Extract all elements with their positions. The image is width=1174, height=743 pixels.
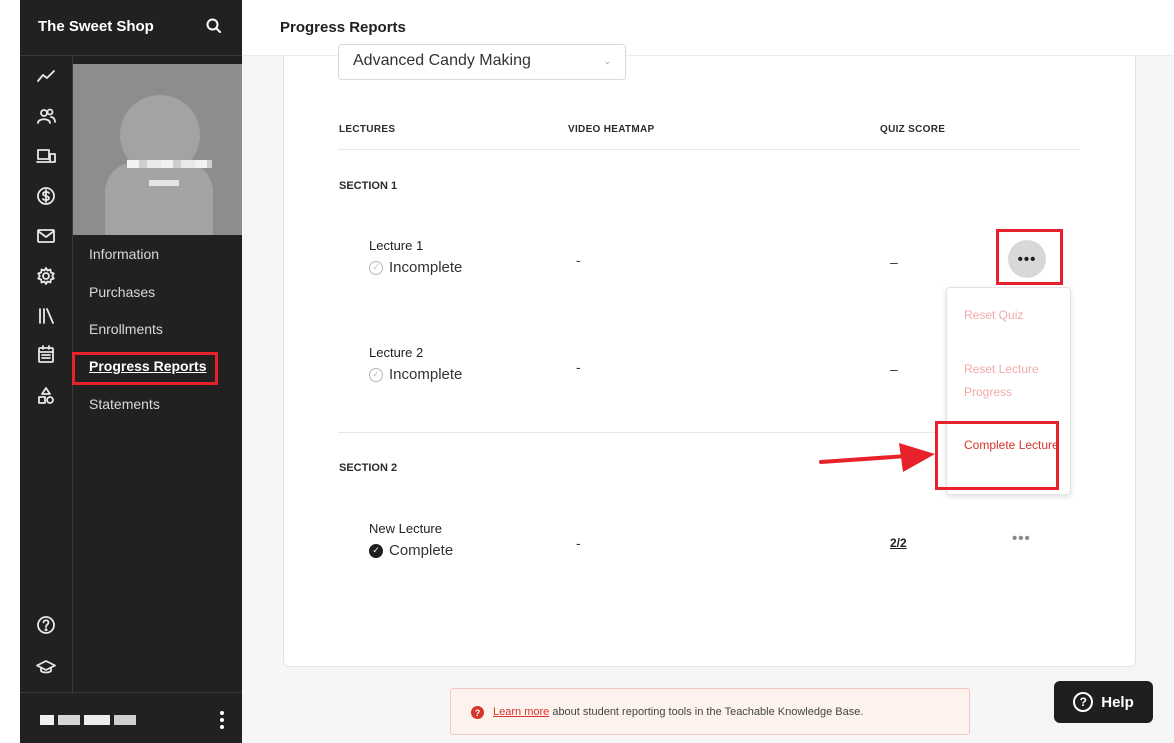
chevron-down-icon: ⌄	[603, 56, 611, 66]
pointer-arrow-icon	[819, 443, 935, 472]
account-bar	[20, 692, 242, 743]
sidebar-item-statements[interactable]: Statements	[89, 396, 160, 412]
account-menu-icon[interactable]	[220, 711, 224, 729]
learn-more-link[interactable]: Learn more	[493, 706, 549, 718]
brand-bar: The Sweet Shop	[20, 0, 242, 56]
lecture-status: ✓ Complete	[369, 542, 453, 559]
quiz-score-link[interactable]: 2/2	[890, 536, 907, 550]
lecture-status-label: Complete	[389, 542, 454, 559]
gear-icon[interactable]	[34, 264, 58, 288]
course-select-value: Advanced Candy Making	[353, 52, 531, 69]
video-heatmap-value: -	[576, 252, 581, 268]
kb-note-body: about student reporting tools in the Tea…	[549, 706, 864, 718]
knowledge-base-note: ? Learn more about student reporting too…	[450, 688, 970, 735]
column-video-heatmap: VIDEO HEATMAP	[568, 124, 655, 135]
lecture-status-label: Incomplete	[389, 366, 463, 383]
redacted-detail	[149, 180, 179, 186]
menu-item-reset-lecture-progress: Reset Lecture Progress	[964, 362, 1039, 399]
redacted-account-name[interactable]	[40, 715, 136, 725]
lecture-more-button[interactable]: •••	[1012, 530, 1031, 547]
dollar-icon[interactable]	[34, 184, 58, 208]
left-gutter	[0, 0, 20, 743]
users-icon[interactable]	[34, 104, 58, 128]
lecture-status: ✓ Incomplete	[369, 259, 462, 276]
lecture-title[interactable]: Lecture 2	[369, 345, 423, 360]
complete-lecture-highlight	[935, 421, 1059, 490]
calendar-icon[interactable]	[34, 342, 58, 366]
lecture-status: ✓ Incomplete	[369, 366, 462, 383]
section-title: SECTION 1	[339, 180, 398, 192]
course-select[interactable]: Advanced Candy Making ⌄	[338, 44, 626, 80]
column-quiz-score: QUIZ SCORE	[880, 124, 946, 135]
graduation-cap-icon[interactable]	[34, 655, 58, 679]
incomplete-check-icon: ✓	[369, 367, 383, 382]
help-circle-icon[interactable]	[34, 613, 58, 637]
incomplete-check-icon: ✓	[369, 260, 383, 275]
lecture-title[interactable]: New Lecture	[369, 521, 442, 536]
avatar-body-shape	[105, 162, 213, 235]
sidebar-item-information[interactable]: Information	[89, 246, 159, 262]
library-icon[interactable]	[34, 304, 58, 328]
alert-icon: ?	[471, 706, 484, 719]
trend-icon[interactable]	[34, 64, 58, 88]
devices-icon[interactable]	[34, 144, 58, 168]
lecture-title[interactable]: Lecture 1	[369, 238, 423, 253]
help-label: Help	[1101, 693, 1134, 711]
help-icon: ?	[1073, 692, 1094, 712]
student-avatar	[73, 64, 242, 235]
complete-check-icon: ✓	[369, 543, 383, 558]
video-heatmap-value: -	[576, 535, 581, 551]
sidebar-item-enrollments[interactable]: Enrollments	[89, 321, 163, 337]
kb-note-text: Learn more about student reporting tools…	[493, 706, 863, 718]
help-button[interactable]: ? Help	[1054, 681, 1153, 723]
menu-item-reset-quiz: Reset Quiz	[964, 308, 1024, 322]
search-icon[interactable]	[204, 16, 224, 36]
header-divider	[338, 149, 1080, 150]
quiz-score-value: –	[890, 361, 898, 377]
section-title: SECTION 2	[339, 462, 398, 474]
section-divider	[338, 432, 938, 433]
progress-reports-highlight	[72, 352, 218, 385]
more-button-highlight	[996, 229, 1063, 285]
sidebar-item-purchases[interactable]: Purchases	[89, 284, 155, 300]
redacted-name	[127, 160, 212, 168]
column-lectures: LECTURES	[339, 124, 396, 135]
brand-name[interactable]: The Sweet Shop	[38, 18, 154, 35]
video-heatmap-value: -	[576, 359, 581, 375]
mail-icon[interactable]	[34, 224, 58, 248]
shapes-icon[interactable]	[34, 384, 58, 408]
quiz-score-value: –	[890, 254, 898, 270]
page-title: Progress Reports	[280, 19, 406, 36]
lecture-status-label: Incomplete	[389, 259, 463, 276]
